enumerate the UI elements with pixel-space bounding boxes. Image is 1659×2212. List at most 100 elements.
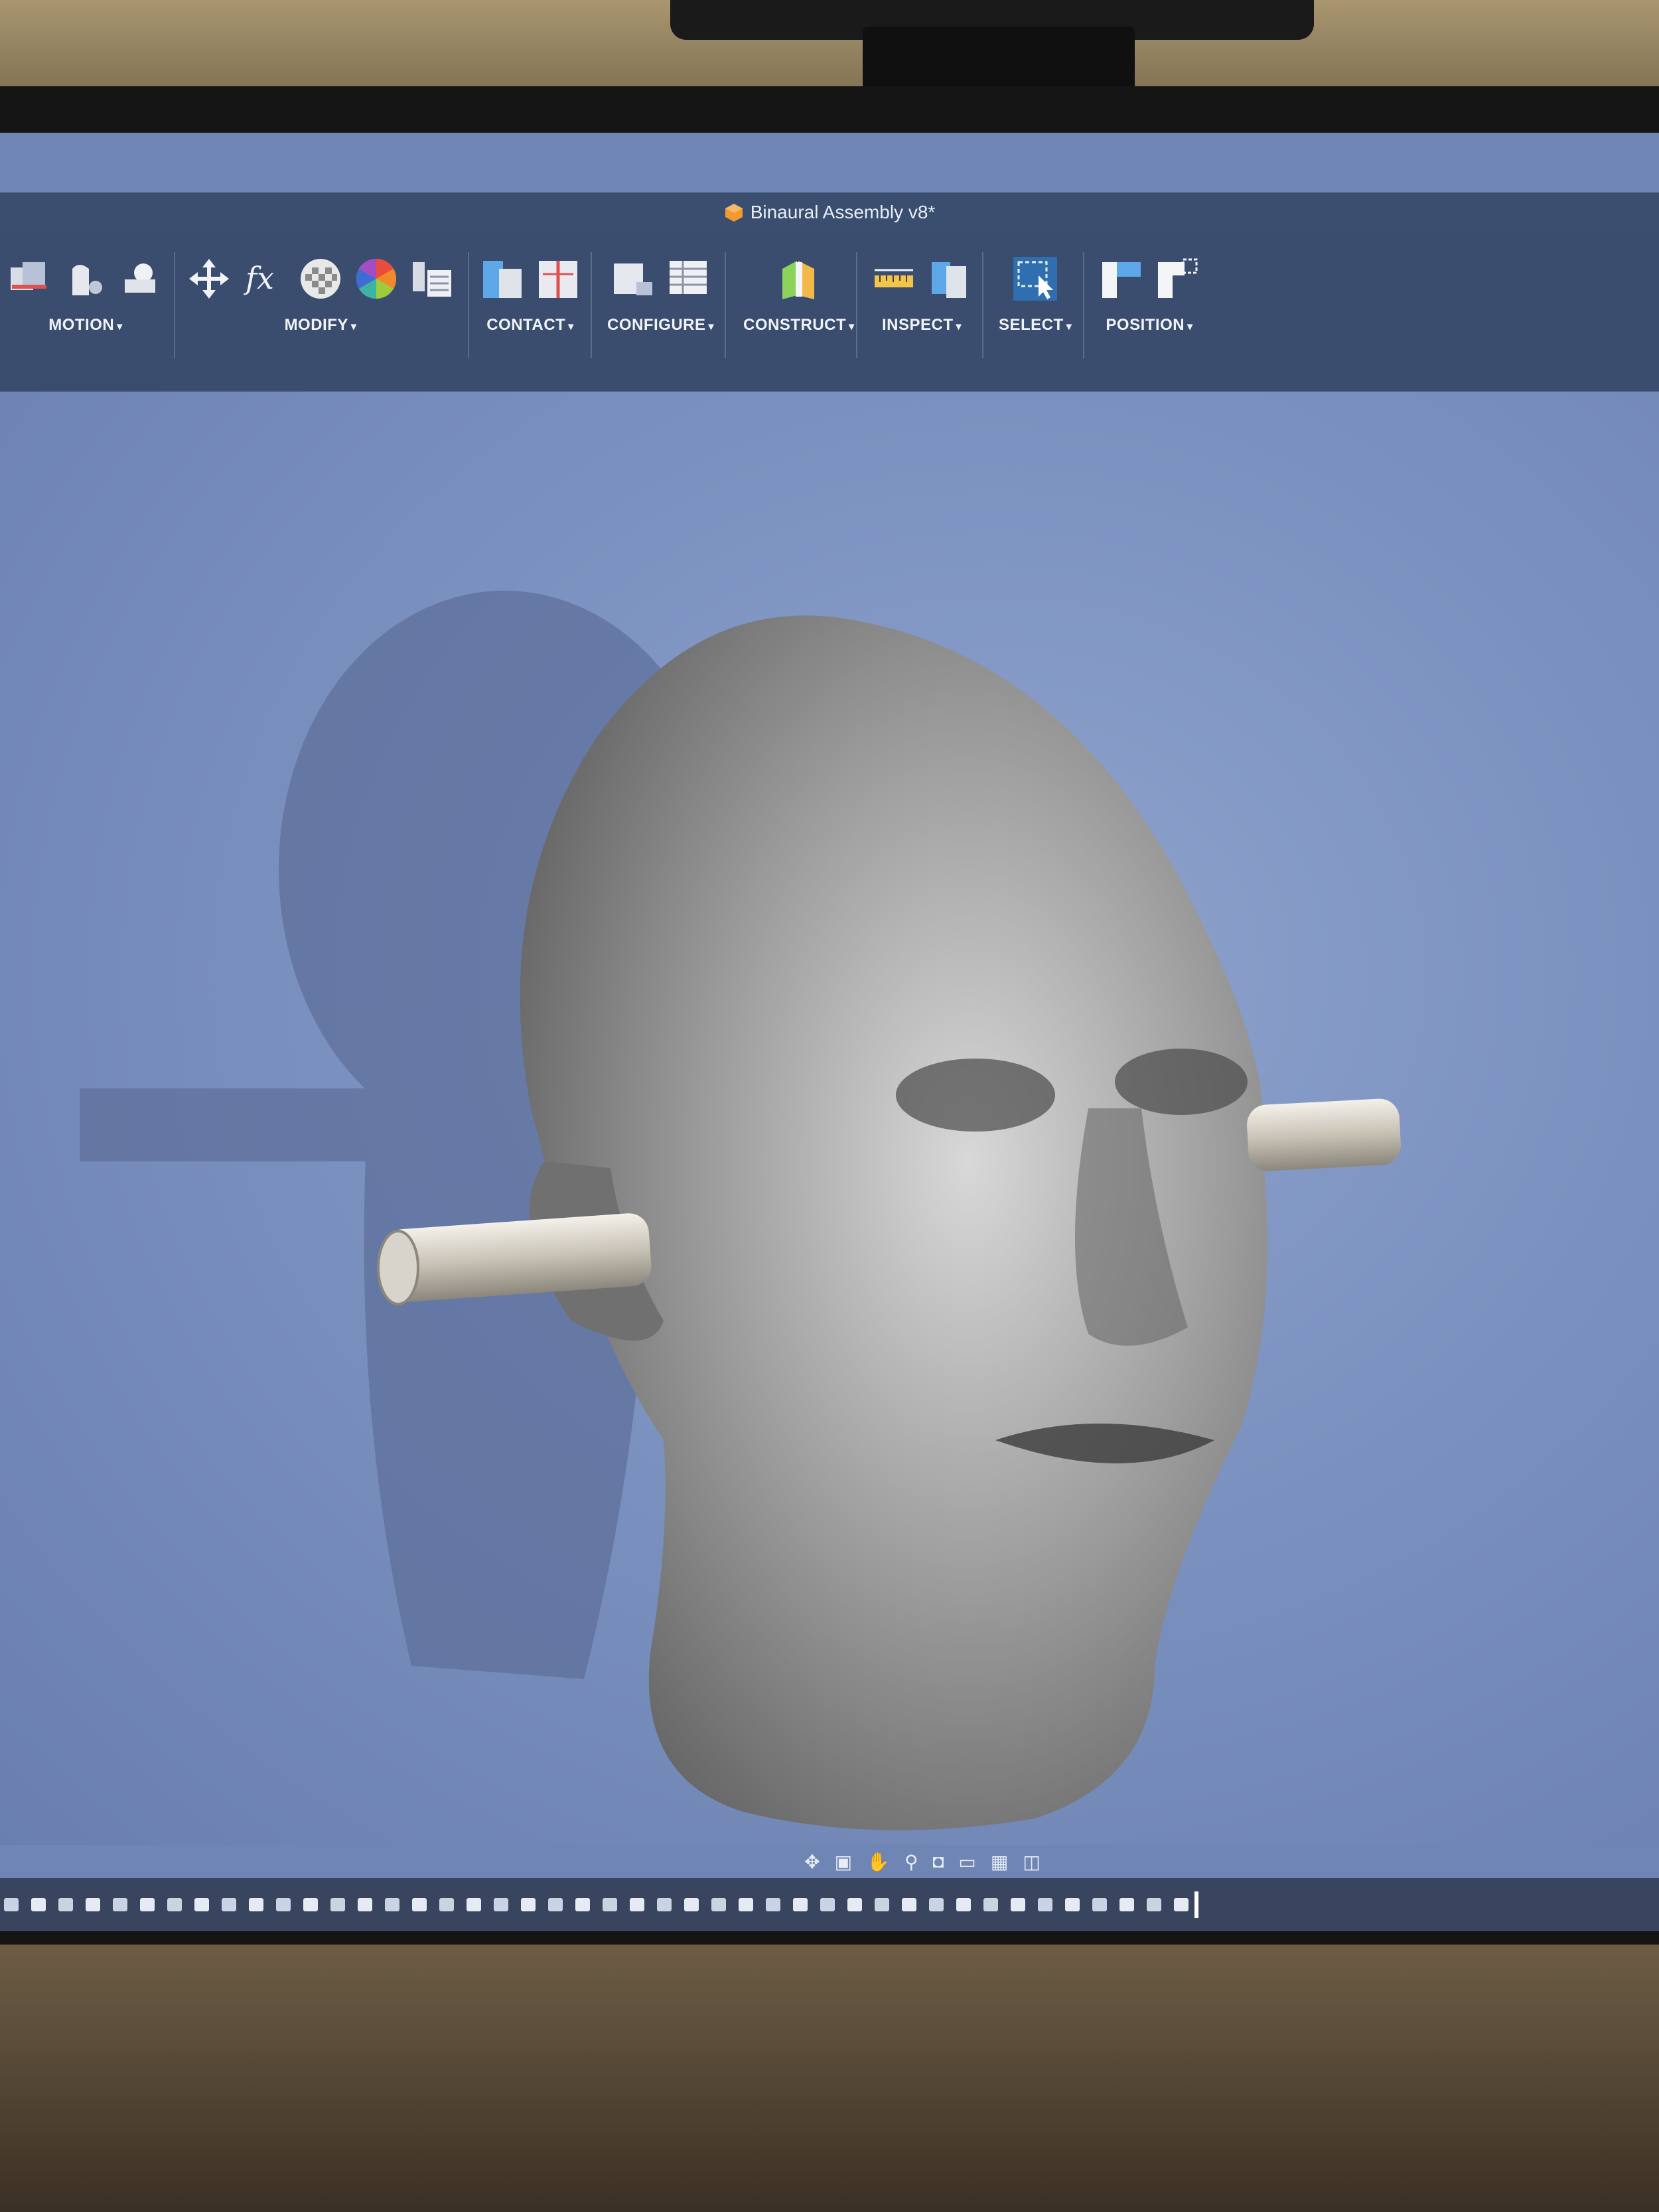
timeline-feature-icon[interactable] (793, 1898, 808, 1911)
3d-viewport[interactable] (0, 392, 1659, 1845)
timeline-feature-icon[interactable] (657, 1898, 672, 1911)
pan-icon[interactable]: ✋ (867, 1851, 890, 1873)
navigation-bar: ✥ ▣ ✋ ⚲ ◘ ▭ ▦ ◫ (783, 1845, 1062, 1878)
timeline-feature-icon[interactable] (1011, 1898, 1025, 1911)
timeline-feature-icon[interactable] (494, 1898, 508, 1911)
timeline-marker[interactable] (1194, 1891, 1198, 1918)
measure-icon[interactable] (871, 256, 917, 302)
toolbar-group-position[interactable]: POSITION ▾ (1098, 246, 1200, 334)
grid-icon[interactable]: ▦ (991, 1851, 1008, 1873)
timeline-feature-icon[interactable] (847, 1898, 862, 1911)
toolbar-group-position-label: POSITION (1106, 316, 1185, 334)
timeline-feature-icon[interactable] (222, 1898, 236, 1911)
timeline-feature-icon[interactable] (1092, 1898, 1107, 1911)
timeline-feature-icon[interactable] (358, 1898, 372, 1911)
timeline-feature-icon[interactable] (1119, 1898, 1134, 1911)
desk-background (0, 1945, 1659, 2212)
configuration-rules-icon[interactable] (666, 256, 712, 302)
timeline-features[interactable] (0, 1891, 1208, 1918)
appearance-icon[interactable] (353, 256, 399, 302)
timeline-feature-icon[interactable] (575, 1898, 590, 1911)
toolbar-group-motion[interactable]: MOTION ▾ (7, 246, 165, 334)
timeline-feature-icon[interactable] (412, 1898, 427, 1911)
timeline-feature-icon[interactable] (439, 1898, 454, 1911)
timeline-feature-icon[interactable] (1038, 1898, 1052, 1911)
zoom-icon[interactable]: ⚲ (904, 1851, 918, 1873)
toolbar-group-modify[interactable]: fx MODIFY ▾ (186, 246, 455, 334)
toolbar-group-configure-label: CONFIGURE (607, 316, 706, 334)
timeline-feature-icon[interactable] (1174, 1898, 1189, 1911)
window-title: Binaural Assembly v8* (750, 202, 936, 222)
timeline[interactable] (0, 1878, 1659, 1931)
timeline-feature-icon[interactable] (1065, 1898, 1080, 1911)
look-at-icon[interactable]: ▣ (835, 1851, 852, 1873)
toolbar-group-contact[interactable]: CONTACT ▾ (479, 246, 581, 334)
timeline-feature-icon[interactable] (330, 1898, 345, 1911)
window-titlebar: Binaural Assembly v8* (0, 192, 1659, 232)
timeline-feature-icon[interactable] (303, 1898, 318, 1911)
timeline-feature-icon[interactable] (766, 1898, 780, 1911)
toolbar-group-inspect[interactable]: INSPECT ▾ (871, 246, 973, 334)
ear-rod-right[interactable] (1246, 1098, 1402, 1172)
timeline-feature-icon[interactable] (521, 1898, 536, 1911)
chevron-down-icon: ▾ (117, 321, 123, 332)
timeline-feature-icon[interactable] (902, 1898, 916, 1911)
timeline-feature-icon[interactable] (194, 1898, 209, 1911)
timeline-feature-icon[interactable] (385, 1898, 399, 1911)
select-window-icon[interactable] (1012, 256, 1058, 302)
toolbar-group-contact-label: CONTACT (486, 316, 566, 334)
orbit-icon[interactable]: ✥ (804, 1851, 820, 1873)
timeline-feature-icon[interactable] (875, 1898, 889, 1911)
timeline-feature-icon[interactable] (58, 1898, 73, 1911)
timeline-feature-icon[interactable] (467, 1898, 481, 1911)
new-joint-icon[interactable] (7, 256, 53, 302)
disable-contact-icon[interactable] (535, 256, 581, 302)
viewports-icon[interactable]: ◫ (1023, 1851, 1040, 1873)
display-settings-icon[interactable]: ▭ (958, 1851, 975, 1873)
model-render[interactable] (0, 392, 1659, 1845)
timeline-feature-icon[interactable] (86, 1898, 100, 1911)
timeline-feature-icon[interactable] (820, 1898, 835, 1911)
timeline-feature-icon[interactable] (630, 1898, 644, 1911)
parameters-fx-icon[interactable]: fx (242, 256, 288, 302)
timeline-feature-icon[interactable] (276, 1898, 291, 1911)
as-built-joint-icon[interactable] (62, 256, 109, 302)
toolbar-group-construct[interactable]: CONSTRUCT ▾ (743, 246, 855, 334)
timeline-feature-icon[interactable] (711, 1898, 726, 1911)
timeline-feature-icon[interactable] (603, 1898, 617, 1911)
joint-origin-icon[interactable] (118, 256, 165, 302)
toolbar-group-construct-label: CONSTRUCT (743, 316, 847, 334)
interference-icon[interactable] (926, 256, 973, 302)
timeline-feature-icon[interactable] (929, 1898, 944, 1911)
change-parameters-icon[interactable] (409, 256, 455, 302)
toolbar-group-select[interactable]: SELECT ▾ (999, 246, 1072, 334)
toolbar-divider (725, 252, 726, 358)
chevron-down-icon: ▾ (1066, 321, 1072, 332)
toolbar: MOTION ▾ fx MODIFY ▾ CONTACT ▾ CONFIGURE… (0, 232, 1659, 392)
timeline-feature-icon[interactable] (113, 1898, 127, 1911)
timeline-feature-icon[interactable] (4, 1898, 19, 1911)
toolbar-group-configure[interactable]: CONFIGURE ▾ (607, 246, 714, 334)
timeline-feature-icon[interactable] (983, 1898, 998, 1911)
timeline-feature-icon[interactable] (140, 1898, 155, 1911)
timeline-feature-icon[interactable] (249, 1898, 263, 1911)
move-icon[interactable] (186, 256, 232, 302)
physical-material-icon[interactable] (297, 256, 344, 302)
timeline-feature-icon[interactable] (739, 1898, 753, 1911)
chevron-down-icon: ▾ (708, 321, 715, 332)
revert-position-icon[interactable] (1154, 256, 1200, 302)
timeline-feature-icon[interactable] (548, 1898, 563, 1911)
enable-contact-icon[interactable] (479, 256, 526, 302)
capture-position-icon[interactable] (1098, 256, 1145, 302)
toolbar-group-select-label: SELECT (999, 316, 1064, 334)
timeline-feature-icon[interactable] (956, 1898, 971, 1911)
timeline-feature-icon[interactable] (684, 1898, 699, 1911)
construct-plane-icon[interactable] (776, 256, 822, 302)
fit-icon[interactable]: ◘ (933, 1851, 944, 1872)
toolbar-divider (982, 252, 983, 358)
timeline-feature-icon[interactable] (31, 1898, 46, 1911)
chevron-down-icon: ▾ (568, 321, 574, 332)
configure-table-icon[interactable] (610, 256, 656, 302)
timeline-feature-icon[interactable] (1147, 1898, 1161, 1911)
timeline-feature-icon[interactable] (167, 1898, 182, 1911)
